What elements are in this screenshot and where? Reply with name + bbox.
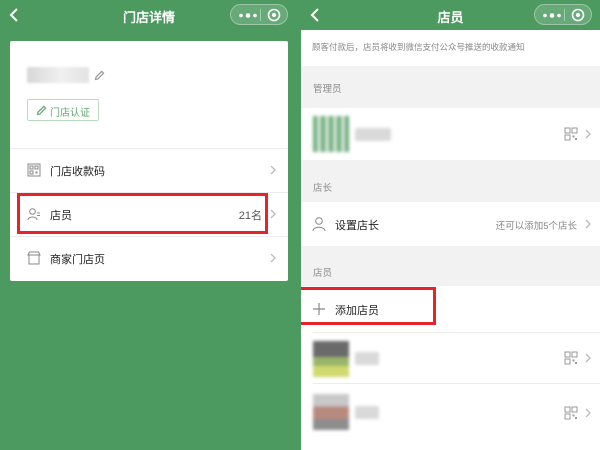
menu-label: 门店收款码 — [50, 166, 105, 178]
store-detail-screen: 门店详情 门店认证 门店收款码 店员 21名 商家门店页 — [0, 0, 298, 450]
qr-code-icon[interactable] — [564, 127, 578, 141]
manager-quota-hint: 还可以添加5个店长 — [495, 221, 577, 232]
qr-code-icon[interactable] — [564, 406, 578, 420]
section-header-manager: 店长 — [301, 160, 600, 202]
section-header-admin: 管理员 — [301, 66, 600, 108]
store-name-blurred — [27, 67, 89, 83]
cert-label: 门店认证 — [50, 108, 90, 119]
pencil-icon — [36, 105, 47, 116]
section-title: 管理员 — [313, 84, 342, 95]
shop-icon — [27, 251, 41, 265]
highlight-box — [17, 193, 268, 234]
qr-code-icon — [27, 163, 41, 177]
more-icon[interactable] — [542, 13, 562, 18]
close-miniprogram-icon[interactable] — [571, 8, 585, 22]
staff-name-blurred — [355, 406, 379, 419]
staff-row[interactable] — [301, 384, 600, 440]
section-title: 店长 — [313, 183, 333, 194]
capsule-divider — [260, 9, 261, 21]
nav-bar: 门店详情 — [0, 0, 298, 30]
chevron-right-icon — [585, 408, 591, 418]
nav-bar: 店员 — [301, 0, 600, 30]
set-manager-label: 设置店长 — [335, 220, 379, 232]
admin-avatar — [313, 116, 349, 152]
capsule-divider — [564, 9, 565, 21]
close-miniprogram-icon[interactable] — [267, 8, 281, 22]
store-certification-button[interactable]: 门店认证 — [27, 99, 99, 121]
mini-program-capsule — [230, 4, 288, 25]
menu-label: 商家门店页 — [50, 254, 105, 266]
staff-row[interactable] — [301, 333, 600, 383]
chevron-right-icon — [585, 219, 591, 229]
chevron-right-icon — [585, 353, 591, 363]
menu-row-store-page[interactable]: 商家门店页 — [10, 236, 288, 280]
staff-screen: 店员 顾客付款后，店员将收到微信支付公众号推送的收款通知 管理员 店长 设置店长… — [301, 0, 600, 450]
staff-avatar — [313, 394, 349, 430]
qr-code-icon[interactable] — [564, 351, 578, 365]
mini-program-capsule — [534, 4, 592, 25]
user-icon — [312, 217, 326, 232]
notice-text: 顾客付款后，店员将收到微信支付公众号推送的收款通知 — [301, 30, 600, 66]
section-header-staff: 店员 — [301, 246, 600, 286]
admin-name-blurred — [355, 128, 391, 141]
menu-row-payment-code[interactable]: 门店收款码 — [10, 148, 288, 192]
set-manager-row[interactable]: 设置店长 还可以添加5个店长 — [301, 202, 600, 246]
chevron-right-icon — [270, 209, 276, 219]
store-card: 门店认证 门店收款码 店员 21名 商家门店页 — [10, 41, 288, 281]
staff-avatar — [313, 341, 349, 377]
section-title: 店员 — [313, 268, 333, 279]
edit-name-icon[interactable] — [94, 70, 105, 81]
chevron-right-icon — [270, 165, 276, 175]
chevron-right-icon — [270, 253, 276, 263]
highlight-box — [301, 287, 436, 325]
more-icon[interactable] — [238, 13, 258, 18]
admin-row[interactable] — [301, 108, 600, 160]
chevron-right-icon — [585, 129, 591, 139]
staff-name-blurred — [355, 352, 379, 365]
